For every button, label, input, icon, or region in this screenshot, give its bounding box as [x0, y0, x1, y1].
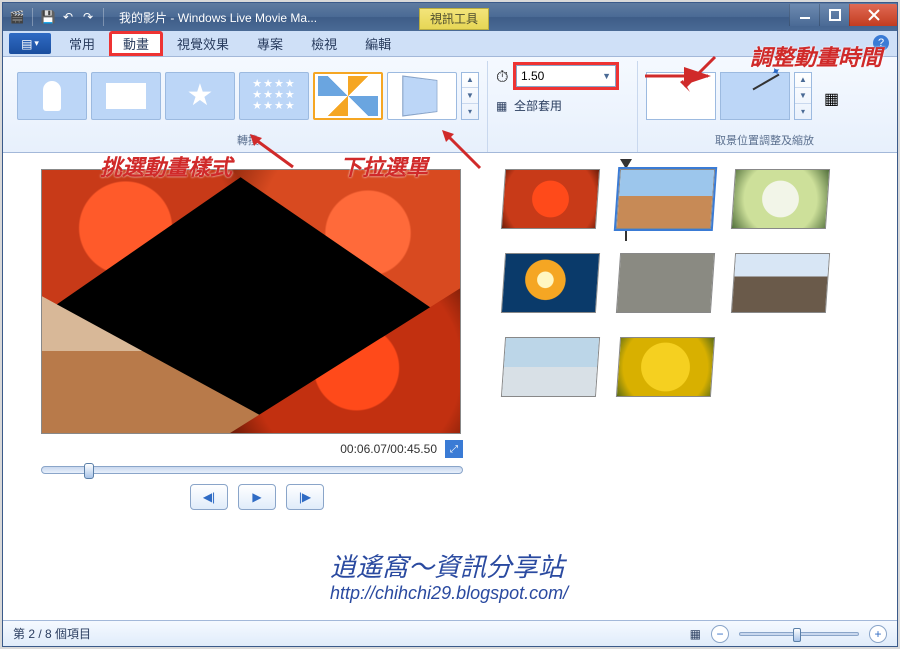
maximize-button[interactable] — [819, 4, 849, 26]
gallery-expand[interactable]: ▲ ▼ ▾ — [461, 72, 479, 120]
transition-star[interactable]: ★ — [165, 72, 235, 120]
seek-thumb[interactable] — [84, 463, 94, 479]
app-window: 🎬 💾 ↶ ↷ 我的影片 - Windows Live Movie Ma... … — [2, 2, 898, 647]
file-menu[interactable]: ▤ ▾ — [9, 33, 51, 54]
quick-access-toolbar: 🎬 💾 ↶ ↷ — [3, 8, 113, 26]
fullscreen-icon[interactable]: ⤢ — [445, 440, 463, 458]
zoom-out-button[interactable]: − — [711, 625, 729, 643]
seek-slider[interactable] — [41, 466, 463, 474]
save-icon[interactable]: 💾 — [40, 9, 56, 25]
group-duration: ⏱ 1.50 ▼ ▦ 全部套用 — [488, 61, 638, 152]
dropdown-icon[interactable]: ▼ — [602, 71, 611, 81]
panzoom-gallery: ▲ ▼ ▾ — [646, 72, 812, 120]
transitions-gallery: ★ ★★★★★★★★★★★★ ▲ ▼ ▾ — [17, 72, 479, 120]
clip-4[interactable] — [501, 253, 600, 313]
zoom-thumb[interactable] — [793, 628, 801, 642]
ribbon-tabs: ▤ ▾ 常用 動畫 視覺效果 專案 檢視 編輯 ? — [3, 31, 897, 57]
play-button[interactable]: ▶ — [238, 484, 276, 510]
window-controls — [789, 4, 897, 26]
panzoom-expand[interactable]: ▲ ▼ ▾ — [794, 72, 812, 120]
preview-pane: 00:06.07/00:45.50 ⤢ ◀| ▶ |▶ — [3, 153, 493, 620]
menu-icon: ▤ — [21, 37, 32, 51]
group-transitions: ★ ★★★★★★★★★★★★ ▲ ▼ ▾ 轉換 — [9, 61, 488, 152]
tab-visual-effects[interactable]: 視覺效果 — [163, 31, 243, 56]
content-area: 00:06.07/00:45.50 ⤢ ◀| ▶ |▶ — [3, 153, 897, 620]
scroll-up-icon[interactable]: ▲ — [795, 73, 811, 89]
undo-icon[interactable]: ↶ — [60, 9, 76, 25]
tab-edit[interactable]: 編輯 — [351, 31, 405, 56]
clip-7[interactable] — [501, 337, 600, 397]
tab-animations[interactable]: 動畫 — [109, 31, 163, 56]
group-label-panzoom: 取景位置調整及縮放 — [646, 130, 883, 152]
tab-project[interactable]: 專案 — [243, 31, 297, 56]
apply-to-all-button[interactable]: ▦ 全部套用 — [496, 97, 562, 114]
duration-input[interactable]: 1.50 ▼ — [516, 65, 616, 87]
transition-multistar[interactable]: ★★★★★★★★★★★★ — [239, 72, 309, 120]
clip-6[interactable] — [731, 253, 830, 313]
clip-1[interactable] — [501, 169, 600, 229]
clip-8[interactable] — [616, 337, 715, 397]
ribbon: ★ ★★★★★★★★★★★★ ▲ ▼ ▾ 轉換 ⏱ 1. — [3, 57, 897, 153]
clip-3[interactable] — [731, 169, 830, 229]
tab-view[interactable]: 檢視 — [297, 31, 351, 56]
transition-rectangle[interactable] — [91, 72, 161, 120]
scroll-up-icon[interactable]: ▲ — [462, 73, 478, 89]
storyboard[interactable] — [493, 153, 897, 620]
transition-perspective[interactable] — [387, 72, 457, 120]
transition-keyhole[interactable] — [17, 72, 87, 120]
zoom-slider[interactable] — [739, 632, 859, 636]
preview-monitor — [41, 169, 461, 434]
contextual-tab-video-tools[interactable]: 視訊工具 — [419, 8, 489, 30]
view-thumbnails-icon[interactable]: ▦ — [690, 627, 701, 641]
group-label-transitions: 轉換 — [17, 130, 479, 152]
scroll-down-icon[interactable]: ▼ — [462, 88, 478, 104]
app-icon: 🎬 — [9, 9, 25, 25]
clip-2[interactable] — [616, 169, 715, 229]
minimize-button[interactable] — [789, 4, 819, 26]
transition-pinwheel[interactable] — [313, 72, 383, 120]
dropdown-icon[interactable]: ▾ — [795, 104, 811, 119]
redo-icon[interactable]: ↷ — [80, 9, 96, 25]
clip-5[interactable] — [616, 253, 715, 313]
prev-frame-button[interactable]: ◀| — [190, 484, 228, 510]
tab-home[interactable]: 常用 — [55, 31, 109, 56]
time-display: 00:06.07/00:45.50 — [340, 442, 437, 456]
group-panzoom: ▲ ▼ ▾ ▦ 取景位置調整及縮放 — [638, 61, 891, 152]
statusbar: 第 2 / 8 個項目 ▦ − + — [3, 620, 897, 646]
dropdown-icon[interactable]: ▾ — [462, 104, 478, 119]
playback-controls: ◀| ▶ |▶ — [41, 484, 473, 510]
panzoom-auto[interactable] — [720, 72, 790, 120]
next-frame-button[interactable]: |▶ — [286, 484, 324, 510]
zoom-in-button[interactable]: + — [869, 625, 887, 643]
apply-all-icon: ▦ — [496, 99, 510, 113]
item-counter: 第 2 / 8 個項目 — [13, 625, 91, 642]
clock-icon: ⏱ — [496, 69, 510, 83]
titlebar: 🎬 💾 ↶ ↷ 我的影片 - Windows Live Movie Ma... … — [3, 3, 897, 31]
apply-all-panzoom-icon[interactable]: ▦ — [824, 89, 838, 103]
panzoom-none[interactable] — [646, 72, 716, 120]
close-button[interactable] — [849, 4, 897, 26]
help-icon[interactable]: ? — [873, 35, 889, 51]
window-title: 我的影片 - Windows Live Movie Ma... — [113, 9, 419, 26]
scroll-down-icon[interactable]: ▼ — [795, 88, 811, 104]
